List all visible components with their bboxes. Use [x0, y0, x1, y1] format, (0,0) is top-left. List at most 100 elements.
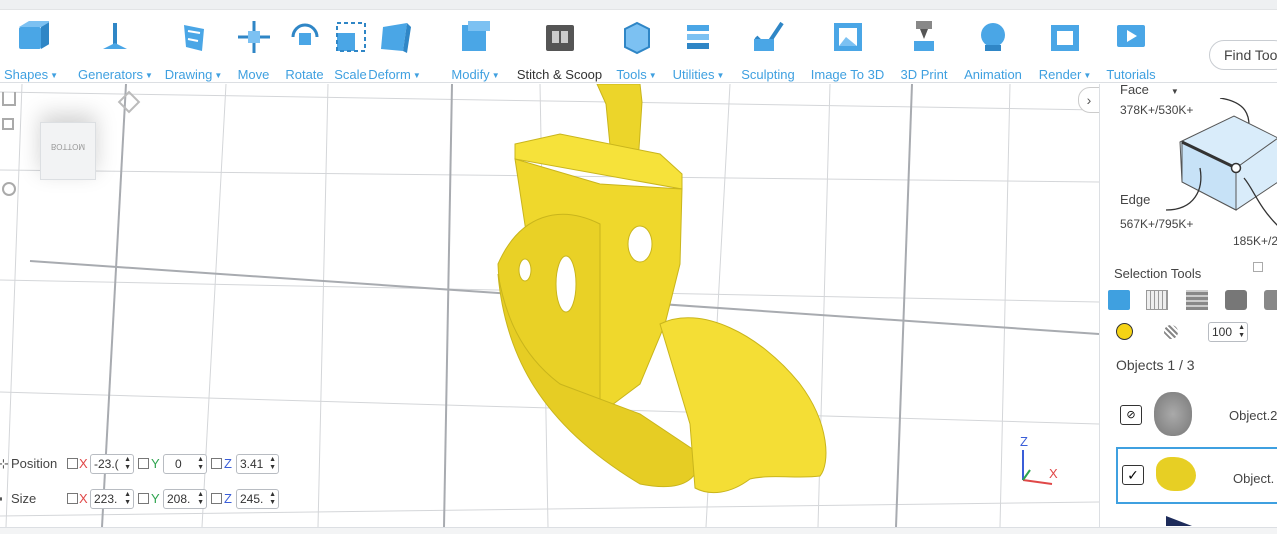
- toolbar-label: Deform ▼: [352, 67, 437, 82]
- toolbar-shapes-button[interactable]: Shapes ▼: [3, 16, 59, 82]
- toolbar-label: Tools ▼: [614, 67, 659, 82]
- vertex-count: 185K+/2: [1233, 234, 1277, 248]
- animation-icon: [981, 23, 1005, 51]
- toolbar-utilities-button[interactable]: Utilities ▼: [670, 16, 727, 82]
- toolbar-animation-button[interactable]: Animation: [960, 16, 1026, 82]
- size-y-input[interactable]: 208. ▲ ▼: [163, 489, 207, 509]
- toolbar-render-button[interactable]: Render ▼: [1037, 16, 1093, 82]
- drawing-icon: [183, 25, 204, 51]
- caret-down-icon: ▼: [50, 71, 58, 80]
- collapse-panel-button[interactable]: ›: [1078, 87, 1099, 113]
- caret-down-icon: ▼: [412, 71, 421, 80]
- toolbar-sculpting-button[interactable]: Sculpting: [739, 16, 797, 82]
- toolbar-rotate-button[interactable]: Rotate: [284, 16, 325, 82]
- toolbar-stitch-scoop-button[interactable]: Stitch & Scoop: [514, 16, 605, 82]
- status-bar: [0, 527, 1277, 534]
- rotate-icon: [291, 23, 318, 45]
- brush-color-swatch[interactable]: [1116, 323, 1133, 340]
- select-wireframe-icon[interactable]: [1146, 290, 1168, 310]
- toolbar-label-text: Animation: [964, 67, 1022, 82]
- position-icon: ⊹: [0, 456, 9, 471]
- select-faces-icon[interactable]: [1108, 290, 1130, 310]
- object-name: Object.: [1233, 471, 1275, 486]
- utilities-icon: [686, 25, 709, 49]
- object-row-selected[interactable]: ✓ Object.: [1116, 447, 1277, 504]
- stepper-icon[interactable]: ▲ ▼: [269, 456, 276, 472]
- generator-icon: [102, 23, 127, 49]
- toolbar-label-text: Deform: [368, 67, 411, 82]
- stepper-icon[interactable]: ▲ ▼: [197, 456, 204, 472]
- chevron-down-icon: ▼: [1170, 87, 1179, 96]
- toolbar-drawing-button[interactable]: Drawing ▼: [163, 16, 224, 82]
- object-thumbnail: [1156, 457, 1196, 491]
- position-x-checkbox[interactable]: [67, 458, 78, 469]
- toolbar-label-text: Render: [1038, 67, 1082, 82]
- toolbar-label: Animation: [960, 67, 1026, 82]
- tools-icon: [623, 21, 650, 55]
- find-tool-input[interactable]: Find Too: [1209, 40, 1277, 70]
- 3d-viewport[interactable]: Z X BOTTOM › ⊹ Position X -23.(▲ ▼ Y 0 ▲ ▼ …: [0, 84, 1099, 527]
- right-panel: Face ▼ 378K+/530K+ Edge 567K+/795K+ 185K+…: [1099, 84, 1277, 527]
- toolbar-label: Modify ▼: [449, 67, 502, 82]
- caret-down-icon: ▼: [648, 71, 657, 80]
- position-z-value: 3.41: [240, 457, 264, 471]
- select-solid-icon[interactable]: [1225, 290, 1247, 310]
- select-object-icon[interactable]: [1264, 290, 1277, 310]
- size-icon: ▪: [0, 491, 3, 506]
- caret-down-icon: ▼: [214, 71, 223, 80]
- selection-tools-label: Selection Tools: [1114, 266, 1202, 281]
- toolbar-label-text: Modify: [451, 67, 490, 82]
- toolbar-label-text: Move: [237, 67, 270, 82]
- home-view-icon[interactable]: [2, 92, 16, 106]
- edge-label: Edge: [1120, 192, 1151, 207]
- toolbar-label-text: Drawing: [164, 67, 213, 82]
- toolbar-tools-button[interactable]: Tools ▼: [614, 16, 659, 82]
- size-z-checkbox[interactable]: [211, 493, 222, 504]
- position-z-input[interactable]: 3.41 ▲ ▼: [236, 454, 279, 474]
- size-z-input[interactable]: 245. ▲ ▼: [236, 489, 279, 509]
- position-x-input[interactable]: -23.(▲ ▼: [90, 454, 134, 474]
- 3d-print-icon: [914, 21, 934, 51]
- stepper-icon[interactable]: ▲ ▼: [1238, 324, 1245, 340]
- toolbar-deform-button[interactable]: Deform ▼: [352, 16, 437, 82]
- position-y-checkbox[interactable]: [138, 458, 149, 469]
- stepper-icon[interactable]: ▲ ▼: [124, 456, 131, 472]
- face-label: Face: [1120, 84, 1149, 97]
- expand-icon[interactable]: [1253, 262, 1263, 272]
- brush-falloff-icon[interactable]: [1164, 325, 1178, 339]
- toolbar-tutorials-button[interactable]: Tutorials: [1103, 16, 1159, 82]
- face-mode-select[interactable]: Face ▼: [1120, 84, 1179, 97]
- toolbar-generators-button[interactable]: Generators ▼: [78, 16, 153, 82]
- toolbar-3d-print-button[interactable]: 3D Print: [898, 16, 950, 82]
- brush-size-input[interactable]: 100 ▲ ▼: [1208, 322, 1248, 342]
- size-x-checkbox[interactable]: [67, 493, 78, 504]
- toolbar-image-to-3d-button[interactable]: Image To 3D: [808, 16, 887, 82]
- render-icon: [1051, 25, 1079, 51]
- checkbox-checked-icon[interactable]: ✓: [1122, 465, 1144, 485]
- selection-cube-diagram: [1165, 98, 1277, 226]
- size-x-input[interactable]: 223. ▲ ▼: [90, 489, 134, 509]
- stepper-icon[interactable]: ▲ ▼: [124, 491, 131, 507]
- stepper-icon[interactable]: ▲ ▼: [269, 491, 276, 507]
- toolbar-label-text: Stitch & Scoop: [516, 67, 603, 82]
- eye-hidden-icon[interactable]: ⊘: [1120, 405, 1142, 425]
- toolbar-label: Drawing ▼: [163, 67, 224, 82]
- object-name: Object.2: [1229, 408, 1277, 423]
- toolbar-label: Render ▼: [1037, 67, 1093, 82]
- position-y-value: 0: [175, 457, 182, 471]
- position-z-checkbox[interactable]: [211, 458, 222, 469]
- globe-view-icon[interactable]: [2, 182, 16, 196]
- objects-header: Objects 1 / 3: [1116, 357, 1195, 373]
- toolbar-modify-button[interactable]: Modify ▼: [449, 16, 502, 82]
- size-label: Size: [11, 491, 37, 506]
- select-grid-icon[interactable]: [1186, 290, 1208, 310]
- position-y-input[interactable]: 0 ▲ ▼: [163, 454, 207, 474]
- stepper-icon[interactable]: ▲ ▼: [197, 491, 204, 507]
- toolbar-move-button[interactable]: Move: [236, 16, 271, 82]
- gizmo-x-label: X: [1049, 466, 1058, 481]
- object-row[interactable]: ⊘ Object.2: [1116, 386, 1277, 444]
- view-cube[interactable]: BOTTOM: [40, 122, 96, 180]
- size-y-checkbox[interactable]: [138, 493, 149, 504]
- view-icon[interactable]: [2, 118, 14, 130]
- toolbar-label: Utilities ▼: [670, 67, 727, 82]
